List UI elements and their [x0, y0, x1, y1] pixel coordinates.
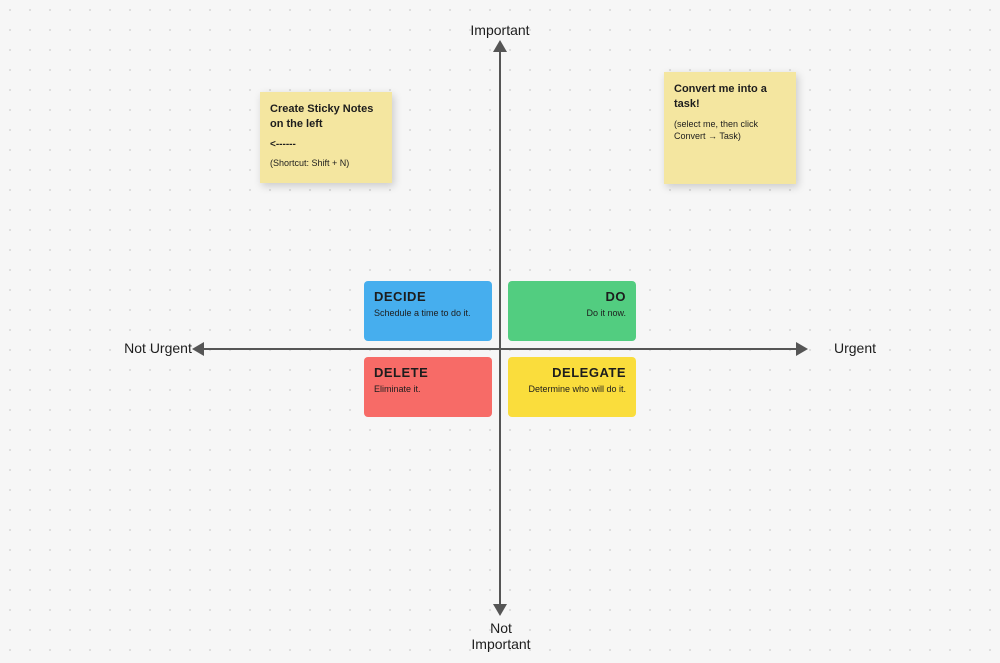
axis-label-not-urgent: Not Urgent	[118, 340, 198, 356]
quadrant-do-title: DO	[518, 289, 626, 304]
quadrant-delegate-title: DELEGATE	[518, 365, 626, 380]
arrowhead-up-icon	[493, 40, 507, 52]
arrowhead-left-icon	[192, 342, 204, 356]
quadrant-delete-title: DELETE	[374, 365, 482, 380]
sticky-note-create-hint: (Shortcut: Shift + N)	[270, 157, 382, 169]
sticky-note-convert-text: Convert me into a task!	[674, 82, 786, 112]
axis-label-not-important: Not Important	[466, 620, 536, 652]
sticky-note-create-text: Create Sticky Notes on the left	[270, 102, 382, 132]
quadrant-decide[interactable]: DECIDE Schedule a time to do it.	[364, 281, 492, 341]
quadrant-delegate-subtitle: Determine who will do it.	[518, 384, 626, 395]
quadrant-do-subtitle: Do it now.	[518, 308, 626, 319]
quadrant-delete-subtitle: Eliminate it.	[374, 384, 482, 395]
quadrant-do[interactable]: DO Do it now.	[508, 281, 636, 341]
axis-label-urgent: Urgent	[825, 340, 885, 356]
axis-vertical-line	[499, 46, 501, 610]
quadrant-delete[interactable]: DELETE Eliminate it.	[364, 357, 492, 417]
arrowhead-right-icon	[796, 342, 808, 356]
axis-horizontal-line	[200, 348, 800, 350]
quadrant-decide-subtitle: Schedule a time to do it.	[374, 308, 482, 319]
sticky-note-create[interactable]: Create Sticky Notes on the left <------ …	[260, 92, 392, 183]
arrowhead-down-icon	[493, 604, 507, 616]
sticky-note-convert-hint: (select me, then click Convert → Task)	[674, 118, 786, 142]
axis-label-important: Important	[466, 22, 534, 38]
eisenhower-matrix-canvas[interactable]: Important Not Important Urgent Not Urgen…	[0, 0, 1000, 663]
quadrant-delegate[interactable]: DELEGATE Determine who will do it.	[508, 357, 636, 417]
quadrant-decide-title: DECIDE	[374, 289, 482, 304]
sticky-note-create-arrow: <------	[270, 138, 382, 152]
sticky-note-convert[interactable]: Convert me into a task! (select me, then…	[664, 72, 796, 184]
